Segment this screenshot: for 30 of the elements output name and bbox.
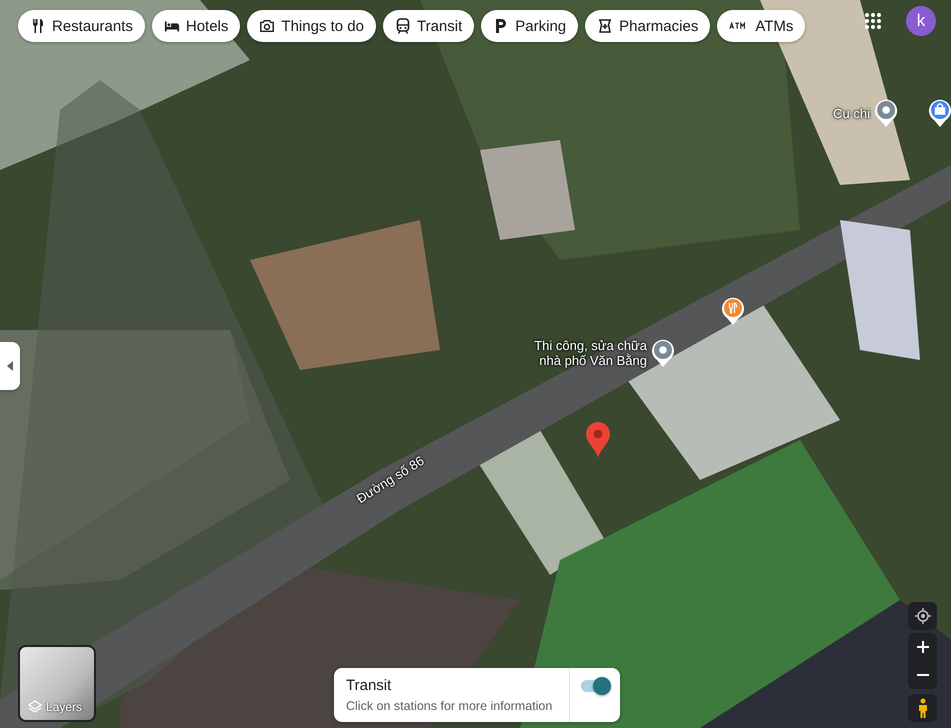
category-chip[interactable]: Pharmacies bbox=[585, 10, 710, 42]
category-chip[interactable]: Things to do bbox=[247, 10, 376, 42]
transit-toggle[interactable] bbox=[581, 680, 609, 692]
my-location-button[interactable] bbox=[908, 602, 937, 630]
layers-icon bbox=[28, 700, 42, 714]
category-chip[interactable]: Parking bbox=[481, 10, 578, 42]
fork-knife-icon bbox=[30, 18, 46, 34]
plus-icon bbox=[916, 641, 928, 653]
card-title: Transit bbox=[346, 677, 392, 694]
apps-grid-icon[interactable] bbox=[864, 12, 882, 30]
crosshair-icon bbox=[914, 608, 930, 624]
minus-icon bbox=[916, 674, 928, 676]
category-chip[interactable]: Restaurants bbox=[18, 10, 145, 42]
fork-knife-pin-icon[interactable] bbox=[721, 296, 745, 326]
street-view-button[interactable] bbox=[908, 694, 937, 722]
caret-icon bbox=[7, 361, 13, 371]
camera-icon bbox=[259, 18, 276, 34]
shopping-bag-pin-icon[interactable] bbox=[928, 98, 951, 128]
place-pin-icon[interactable] bbox=[651, 338, 675, 368]
train-icon bbox=[394, 18, 411, 34]
card-description: Click on stations for more information bbox=[346, 699, 554, 713]
category-chip[interactable]: ATMs bbox=[717, 10, 806, 42]
location-pin-icon bbox=[584, 421, 612, 459]
collapse-panel-button[interactable] bbox=[0, 342, 20, 390]
place-pin-icon[interactable] bbox=[874, 98, 898, 128]
pharmacy-icon bbox=[597, 18, 614, 34]
category-chip[interactable]: Transit bbox=[382, 10, 474, 42]
person-icon bbox=[918, 698, 928, 718]
place-label[interactable]: Thi công, sửa chữa nhà phố Văn Bằng bbox=[517, 338, 647, 368]
category-chip[interactable]: Hotels bbox=[152, 10, 240, 42]
